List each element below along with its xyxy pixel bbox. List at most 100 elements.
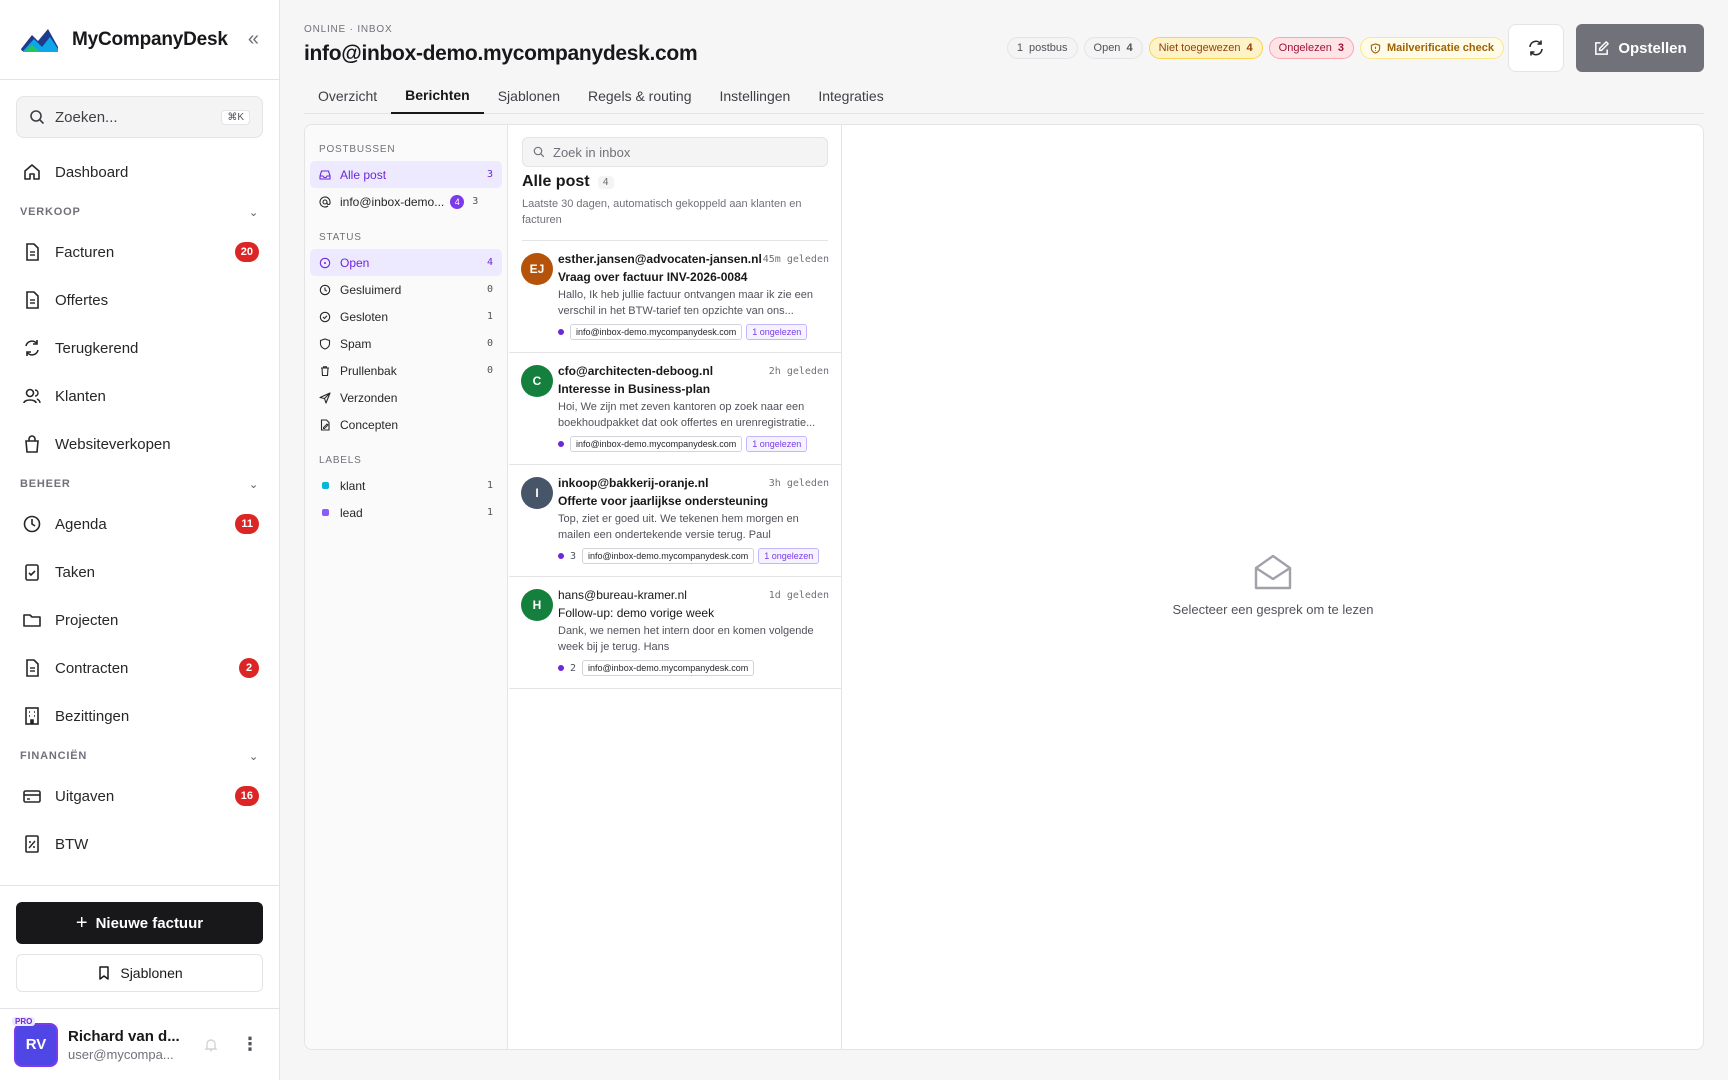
repeat-icon (25, 340, 39, 356)
refresh-button[interactable] (1508, 24, 1564, 72)
folder-count: 3 (486, 169, 493, 180)
message-tags: 2 info@inbox-demo.mycompanydesk.com (558, 660, 829, 676)
tab-sjablonen[interactable]: Sjablonen (484, 78, 574, 114)
user-email: user@mycompa... (68, 1046, 174, 1062)
folder-all-mail[interactable]: Alle post 3 (310, 161, 502, 188)
nav-label: BTW (55, 835, 89, 853)
pro-badge: PRO (12, 1016, 36, 1026)
label-color-dot (322, 482, 329, 489)
nav-label: Contracten (55, 659, 129, 677)
status-snoozed[interactable]: Gesluimerd 0 (310, 276, 502, 303)
status-sent[interactable]: Verzonden (310, 384, 502, 411)
inbox-search-input[interactable]: Zoek in inbox (522, 137, 828, 167)
unread-tag: 1 ongelezen (746, 436, 808, 452)
status-open[interactable]: Open 4 (310, 249, 502, 276)
message-item[interactable]: I inkoop@bakkerij-oranje.nl 3h geleden O… (509, 465, 841, 577)
mail-verification-chip[interactable]: Mailverificatie check (1359, 37, 1504, 59)
templates-button[interactable]: Sjablonen (16, 954, 263, 992)
status-label: Prullenbak (340, 363, 397, 378)
home-icon (24, 164, 40, 180)
tab-berichten[interactable]: Berichten (391, 78, 484, 114)
search-label: Zoeken... (55, 108, 118, 126)
tab-integraties[interactable]: Integraties (804, 78, 897, 114)
label-klant[interactable]: klant 1 (310, 472, 502, 499)
section-beheer[interactable]: BEHEER ⌄ (0, 468, 279, 500)
nav-label: Dashboard (55, 163, 129, 181)
unread-chip[interactable]: Ongelezen 3 (1268, 37, 1354, 59)
label-name: klant (340, 478, 366, 493)
bell-icon[interactable] (203, 1037, 219, 1053)
nav-projecten[interactable]: Projecten (0, 596, 279, 644)
user-profile[interactable]: PRO RV Richard van d... user@mycompa... … (0, 1008, 279, 1080)
refresh-icon (1529, 40, 1543, 56)
nav-terugkerend[interactable]: Terugkerend (0, 324, 279, 372)
status-label: Verzonden (340, 390, 398, 405)
folder-label: info@inbox-demo... (340, 194, 445, 209)
list-count: 4 (597, 175, 614, 189)
nav-klanten[interactable]: Klanten (0, 372, 279, 420)
compose-button[interactable]: Opstellen (1576, 24, 1704, 72)
status-label: Gesloten (340, 309, 389, 324)
status-drafts[interactable]: Concepten (310, 411, 502, 438)
collapse-sidebar-icon[interactable]: « (248, 28, 259, 51)
header-chips: 1 postbus Open 4 Niet toegewezen 4 Ongeleze… (1006, 37, 1504, 59)
nav-label: Projecten (55, 611, 119, 629)
clock-icon (319, 284, 331, 295)
status-count: 0 (486, 365, 493, 376)
section-verkoop[interactable]: VERKOOP ⌄ (0, 196, 279, 228)
tab-instellingen[interactable]: Instellingen (706, 78, 805, 114)
empty-state-text: Selecteer een gesprek om te lezen (1172, 602, 1374, 617)
message-subject: Interesse in Business-plan (558, 382, 711, 396)
nav-bezittingen[interactable]: Bezittingen (0, 692, 279, 740)
open-chip[interactable]: Open 4 (1083, 37, 1143, 59)
nav-btw[interactable]: BTW (0, 820, 279, 868)
nav-badge: 20 (234, 242, 259, 262)
sender-email: esther.jansen@advocaten-jansen.nl (558, 252, 762, 266)
nav-contracten[interactable]: Contracten 2 (0, 644, 279, 692)
plus-icon: + (75, 911, 88, 934)
nav-dashboard[interactable]: Dashboard (0, 148, 279, 196)
nav-websiteverkopen[interactable]: Websiteverkopen (0, 420, 279, 468)
nav-offertes[interactable]: Offertes (0, 276, 279, 324)
nav-uitgaven[interactable]: Uitgaven 16 (0, 772, 279, 820)
message-preview: Top, ziet er goed uit. We tekenen hem mo… (558, 513, 799, 541)
compose-label: Opstellen (1618, 39, 1687, 57)
sender-avatar: C (521, 365, 553, 397)
nav-taken[interactable]: Taken (0, 548, 279, 596)
chevron-down-icon: ⌄ (248, 478, 259, 491)
mailbox-count-chip[interactable]: 1 postbus (1006, 37, 1078, 59)
templates-label: Sjablonen (120, 965, 183, 981)
sidebar-footer: + Nieuwe factuur Sjablonen PRO RV Richar… (0, 885, 279, 1080)
status-spam[interactable]: Spam 0 (310, 330, 502, 357)
message-item[interactable]: EJ esther.jansen@advocaten-jansen.nl 45m… (509, 241, 841, 353)
message-time: 1d geleden (768, 589, 829, 601)
message-time: 3h geleden (768, 477, 829, 489)
unassigned-chip[interactable]: Niet toegewezen 4 (1148, 37, 1263, 59)
search-icon (30, 110, 45, 125)
list-subtitle: Laatste 30 dagen, automatisch gekoppeld … (522, 196, 828, 241)
credit-card-icon (23, 790, 41, 803)
tab-overzicht[interactable]: Overzicht (304, 78, 391, 114)
label-lead[interactable]: lead 1 (310, 499, 502, 526)
nav-agenda[interactable]: Agenda 11 (0, 500, 279, 548)
status-trash[interactable]: Prullenbak 0 (310, 357, 502, 384)
message-item[interactable]: C cfo@architecten-deboog.nl 2h geleden I… (509, 353, 841, 465)
search-placeholder: Zoek in inbox (553, 144, 631, 160)
avatar: PRO RV (12, 1016, 58, 1067)
inbox-panel: POSTBUSSEN Alle post 3 info@inbox-demo..… (304, 124, 1704, 1050)
mailbox-tag: info@inbox-demo.mycompanydesk.com (570, 436, 743, 452)
tab-regels-routing[interactable]: Regels & routing (574, 78, 706, 114)
sender-email: cfo@architecten-deboog.nl (558, 364, 714, 378)
main-content: ONLINE · INBOX info@inbox-demo.mycompany… (281, 0, 1728, 1080)
message-item[interactable]: H hans@bureau-kramer.nl 1d geleden Follo… (509, 577, 841, 689)
status-closed[interactable]: Gesloten 1 (310, 303, 502, 330)
more-menu-icon[interactable]: ⋮ (241, 1034, 259, 1055)
document-icon (26, 291, 39, 309)
nav-facturen[interactable]: Facturen 20 (0, 228, 279, 276)
new-invoice-button[interactable]: + Nieuwe factuur (16, 902, 263, 944)
chevron-down-icon: ⌄ (248, 206, 259, 219)
folder-inbox-demo[interactable]: info@inbox-demo... 4 3 (310, 188, 502, 215)
sidebar-search[interactable]: Zoeken... ⌘K (16, 96, 263, 138)
section-financien[interactable]: FINANCIËN ⌄ (0, 740, 279, 772)
nav-label: Klanten (55, 387, 106, 405)
